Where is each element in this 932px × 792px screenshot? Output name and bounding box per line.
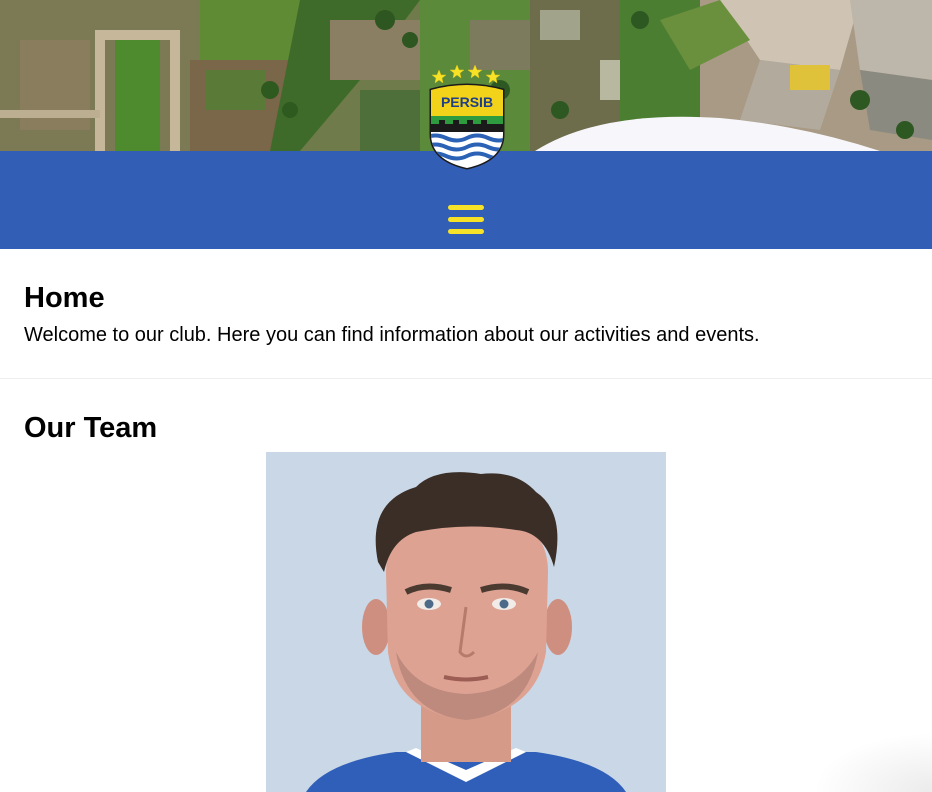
team-section: Our Team bbox=[0, 379, 932, 445]
home-description: Welcome to our club. Here you can find i… bbox=[24, 324, 760, 346]
logo-star-icon bbox=[467, 64, 483, 79]
team-title: Our Team bbox=[24, 412, 158, 444]
player-photo bbox=[266, 452, 666, 792]
logo-star-icon bbox=[431, 69, 447, 84]
home-title: Home bbox=[24, 282, 105, 314]
logo-star-icon bbox=[449, 64, 465, 79]
menu-bar-top bbox=[448, 205, 484, 210]
hamburger-menu-icon[interactable] bbox=[448, 205, 484, 235]
corner-shadow bbox=[812, 732, 932, 792]
logo-star-icon bbox=[485, 69, 501, 84]
logo-text: PERSIB bbox=[441, 94, 493, 110]
menu-bar-bottom bbox=[448, 229, 484, 234]
home-section: Home Welcome to our club. Here you can f… bbox=[0, 249, 932, 379]
menu-bar-middle bbox=[448, 217, 484, 222]
club-logo[interactable]: PERSIB bbox=[425, 62, 509, 172]
